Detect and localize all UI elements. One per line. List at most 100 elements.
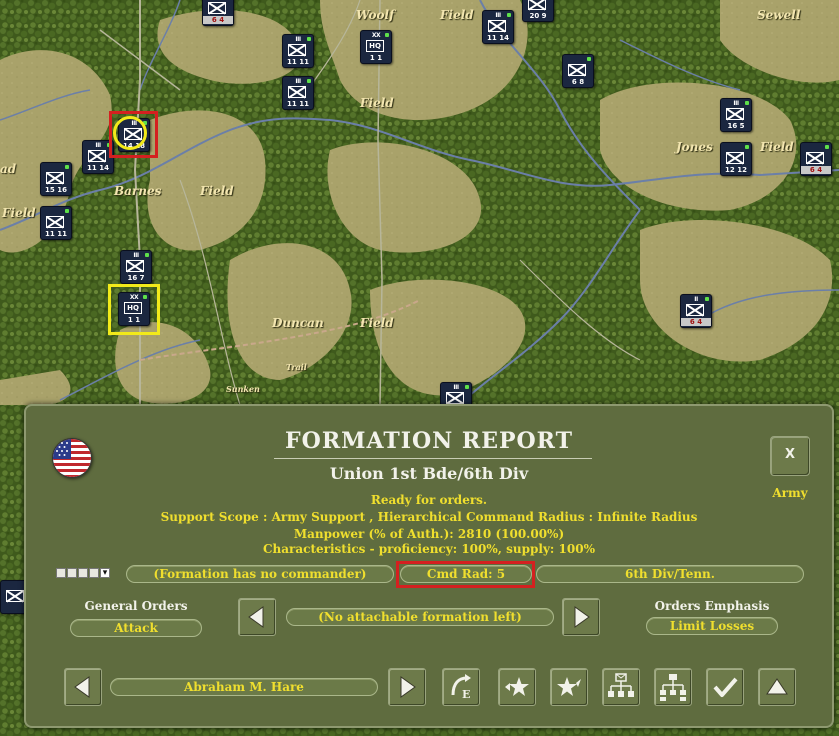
panel-title: FORMATION REPORT: [285, 428, 573, 454]
status-dot-icon: [745, 145, 749, 149]
general-orders-select[interactable]: Attack: [70, 619, 202, 637]
infantry-unit-counter[interactable]: 6 8: [562, 54, 594, 88]
commander-field[interactable]: (Formation has no commander): [126, 565, 394, 583]
unit-strength: 6 4: [801, 166, 831, 174]
prev-leader-button[interactable]: [64, 668, 102, 706]
entrench-icon: E: [451, 674, 471, 701]
infantry-unit-counter[interactable]: 6 4: [202, 0, 234, 26]
infantry-symbol-icon: [726, 152, 744, 164]
map-place-label: Field: [360, 316, 394, 330]
map-place-label: Woolf: [356, 8, 395, 22]
map-place-label: Field: [200, 184, 234, 198]
infantry-unit-counter[interactable]: 6 4: [800, 142, 832, 176]
infantry-symbol-icon: [806, 152, 824, 164]
arrow-right-icon: [400, 676, 416, 698]
infantry-unit-counter[interactable]: III 11 11: [282, 76, 314, 110]
infantry-unit-counter[interactable]: III 16 7: [120, 250, 152, 284]
infantry-symbol-icon: [446, 392, 464, 404]
arrow-up-icon: [766, 678, 788, 695]
unit-strength: 16 5: [727, 122, 745, 130]
infantry-unit-counter[interactable]: III 11 14: [482, 10, 514, 44]
org-chart-mail-icon: [608, 673, 634, 697]
infantry-symbol-icon: [6, 590, 24, 602]
leader-name-field[interactable]: Abraham M. Hare: [110, 678, 378, 696]
hq-unit-counter[interactable]: XX HQ 1 1: [360, 30, 392, 64]
infantry-unit-counter[interactable]: II 6 4: [680, 294, 712, 328]
infantry-unit-counter[interactable]: 15 16: [40, 162, 72, 196]
status-dot-icon: [825, 145, 829, 149]
title-divider: [274, 458, 592, 459]
infantry-symbol-icon: [208, 2, 226, 14]
infantry-symbol-icon: [288, 44, 306, 56]
map-place-label: Jones: [676, 140, 713, 154]
infantry-unit-counter[interactable]: 11 11: [40, 206, 72, 240]
formation-name: Union 1st Bde/6th Div: [329, 464, 529, 483]
infantry-symbol-icon: [46, 172, 64, 184]
map-place-label: Field: [440, 8, 474, 22]
checkbox[interactable]: [78, 568, 88, 578]
status-dot-icon: [307, 37, 311, 41]
unit-strength: 6 4: [681, 318, 711, 326]
checkbox-row[interactable]: ▾: [56, 568, 110, 578]
status-dot-icon: [587, 57, 591, 61]
unit-strength: 11 11: [45, 230, 67, 238]
unit-strength: 11 11: [287, 58, 309, 66]
infantry-symbol-icon: [528, 0, 546, 10]
svg-text:E: E: [462, 688, 470, 701]
checkbox[interactable]: [67, 568, 77, 578]
status-dot-icon: [385, 33, 389, 37]
status-dot-icon: [507, 13, 511, 17]
unit-strength: 11 14: [87, 164, 109, 172]
unit-strength: 12 12: [725, 166, 747, 174]
unit-strength: 16 7: [127, 274, 145, 282]
infantry-symbol-icon: [288, 86, 306, 98]
hq-hierarchy-button[interactable]: [602, 668, 640, 706]
confirm-button[interactable]: [706, 668, 744, 706]
orders-emphasis-select[interactable]: Limit Losses: [646, 617, 778, 635]
dropdown-arrow-icon[interactable]: ▾: [100, 568, 110, 578]
up-button[interactable]: [758, 668, 796, 706]
map-place-label: Field: [360, 96, 394, 110]
map-place-label: Field: [760, 140, 794, 154]
infantry-symbol-icon: [488, 20, 506, 32]
star-left-button[interactable]: [498, 668, 536, 706]
infantry-unit-counter[interactable]: 12 12: [720, 142, 752, 176]
unit-strength: 20 9: [529, 12, 547, 20]
status-dot-icon: [307, 79, 311, 83]
infantry-symbol-icon: [46, 216, 64, 228]
hq-symbol-icon: HQ: [366, 40, 384, 52]
checkbox[interactable]: [89, 568, 99, 578]
checkmark-icon: [713, 677, 738, 697]
map-place-label: Sewell: [757, 8, 801, 22]
entrench-button[interactable]: E: [442, 668, 480, 706]
infantry-unit-counter[interactable]: III 16 5: [720, 98, 752, 132]
infantry-symbol-icon: [88, 150, 106, 162]
infantry-symbol-icon: [726, 108, 744, 120]
status-dot-icon: [745, 101, 749, 105]
infantry-symbol-icon: [686, 304, 704, 316]
infantry-unit-counter[interactable]: III 11 11: [282, 34, 314, 68]
infantry-symbol-icon: [568, 64, 586, 76]
star-left-icon: [505, 677, 529, 696]
cmd-rad-highlight: [396, 561, 535, 588]
next-leader-button[interactable]: [388, 668, 426, 706]
star-right-button[interactable]: [550, 668, 588, 706]
unit-strength: 6 8: [571, 78, 585, 86]
parent-formation-field[interactable]: 6th Div/Tenn.: [536, 565, 804, 583]
parent-hq-highlight: [108, 284, 160, 335]
unit-strength: 11 11: [287, 100, 309, 108]
formation-report-panel: FORMATION REPORT Union 1st Bde/6th Div R…: [24, 404, 834, 728]
checkbox[interactable]: [56, 568, 66, 578]
next-attach-button[interactable]: [562, 598, 600, 636]
army-link[interactable]: Army: [762, 486, 818, 500]
arrow-right-icon: [574, 606, 590, 628]
prev-attach-button[interactable]: [238, 598, 276, 636]
map-road-label: Trail: [286, 362, 307, 372]
attachable-formation-field[interactable]: (No attachable formation left): [286, 608, 554, 626]
map-place-label: Barnes: [114, 184, 162, 198]
close-button[interactable]: X: [770, 436, 810, 476]
org-chart-button[interactable]: [654, 668, 692, 706]
org-chart-icon: [660, 674, 686, 701]
infantry-unit-counter[interactable]: 20 9: [522, 0, 554, 22]
status-dot-icon: [65, 165, 69, 169]
